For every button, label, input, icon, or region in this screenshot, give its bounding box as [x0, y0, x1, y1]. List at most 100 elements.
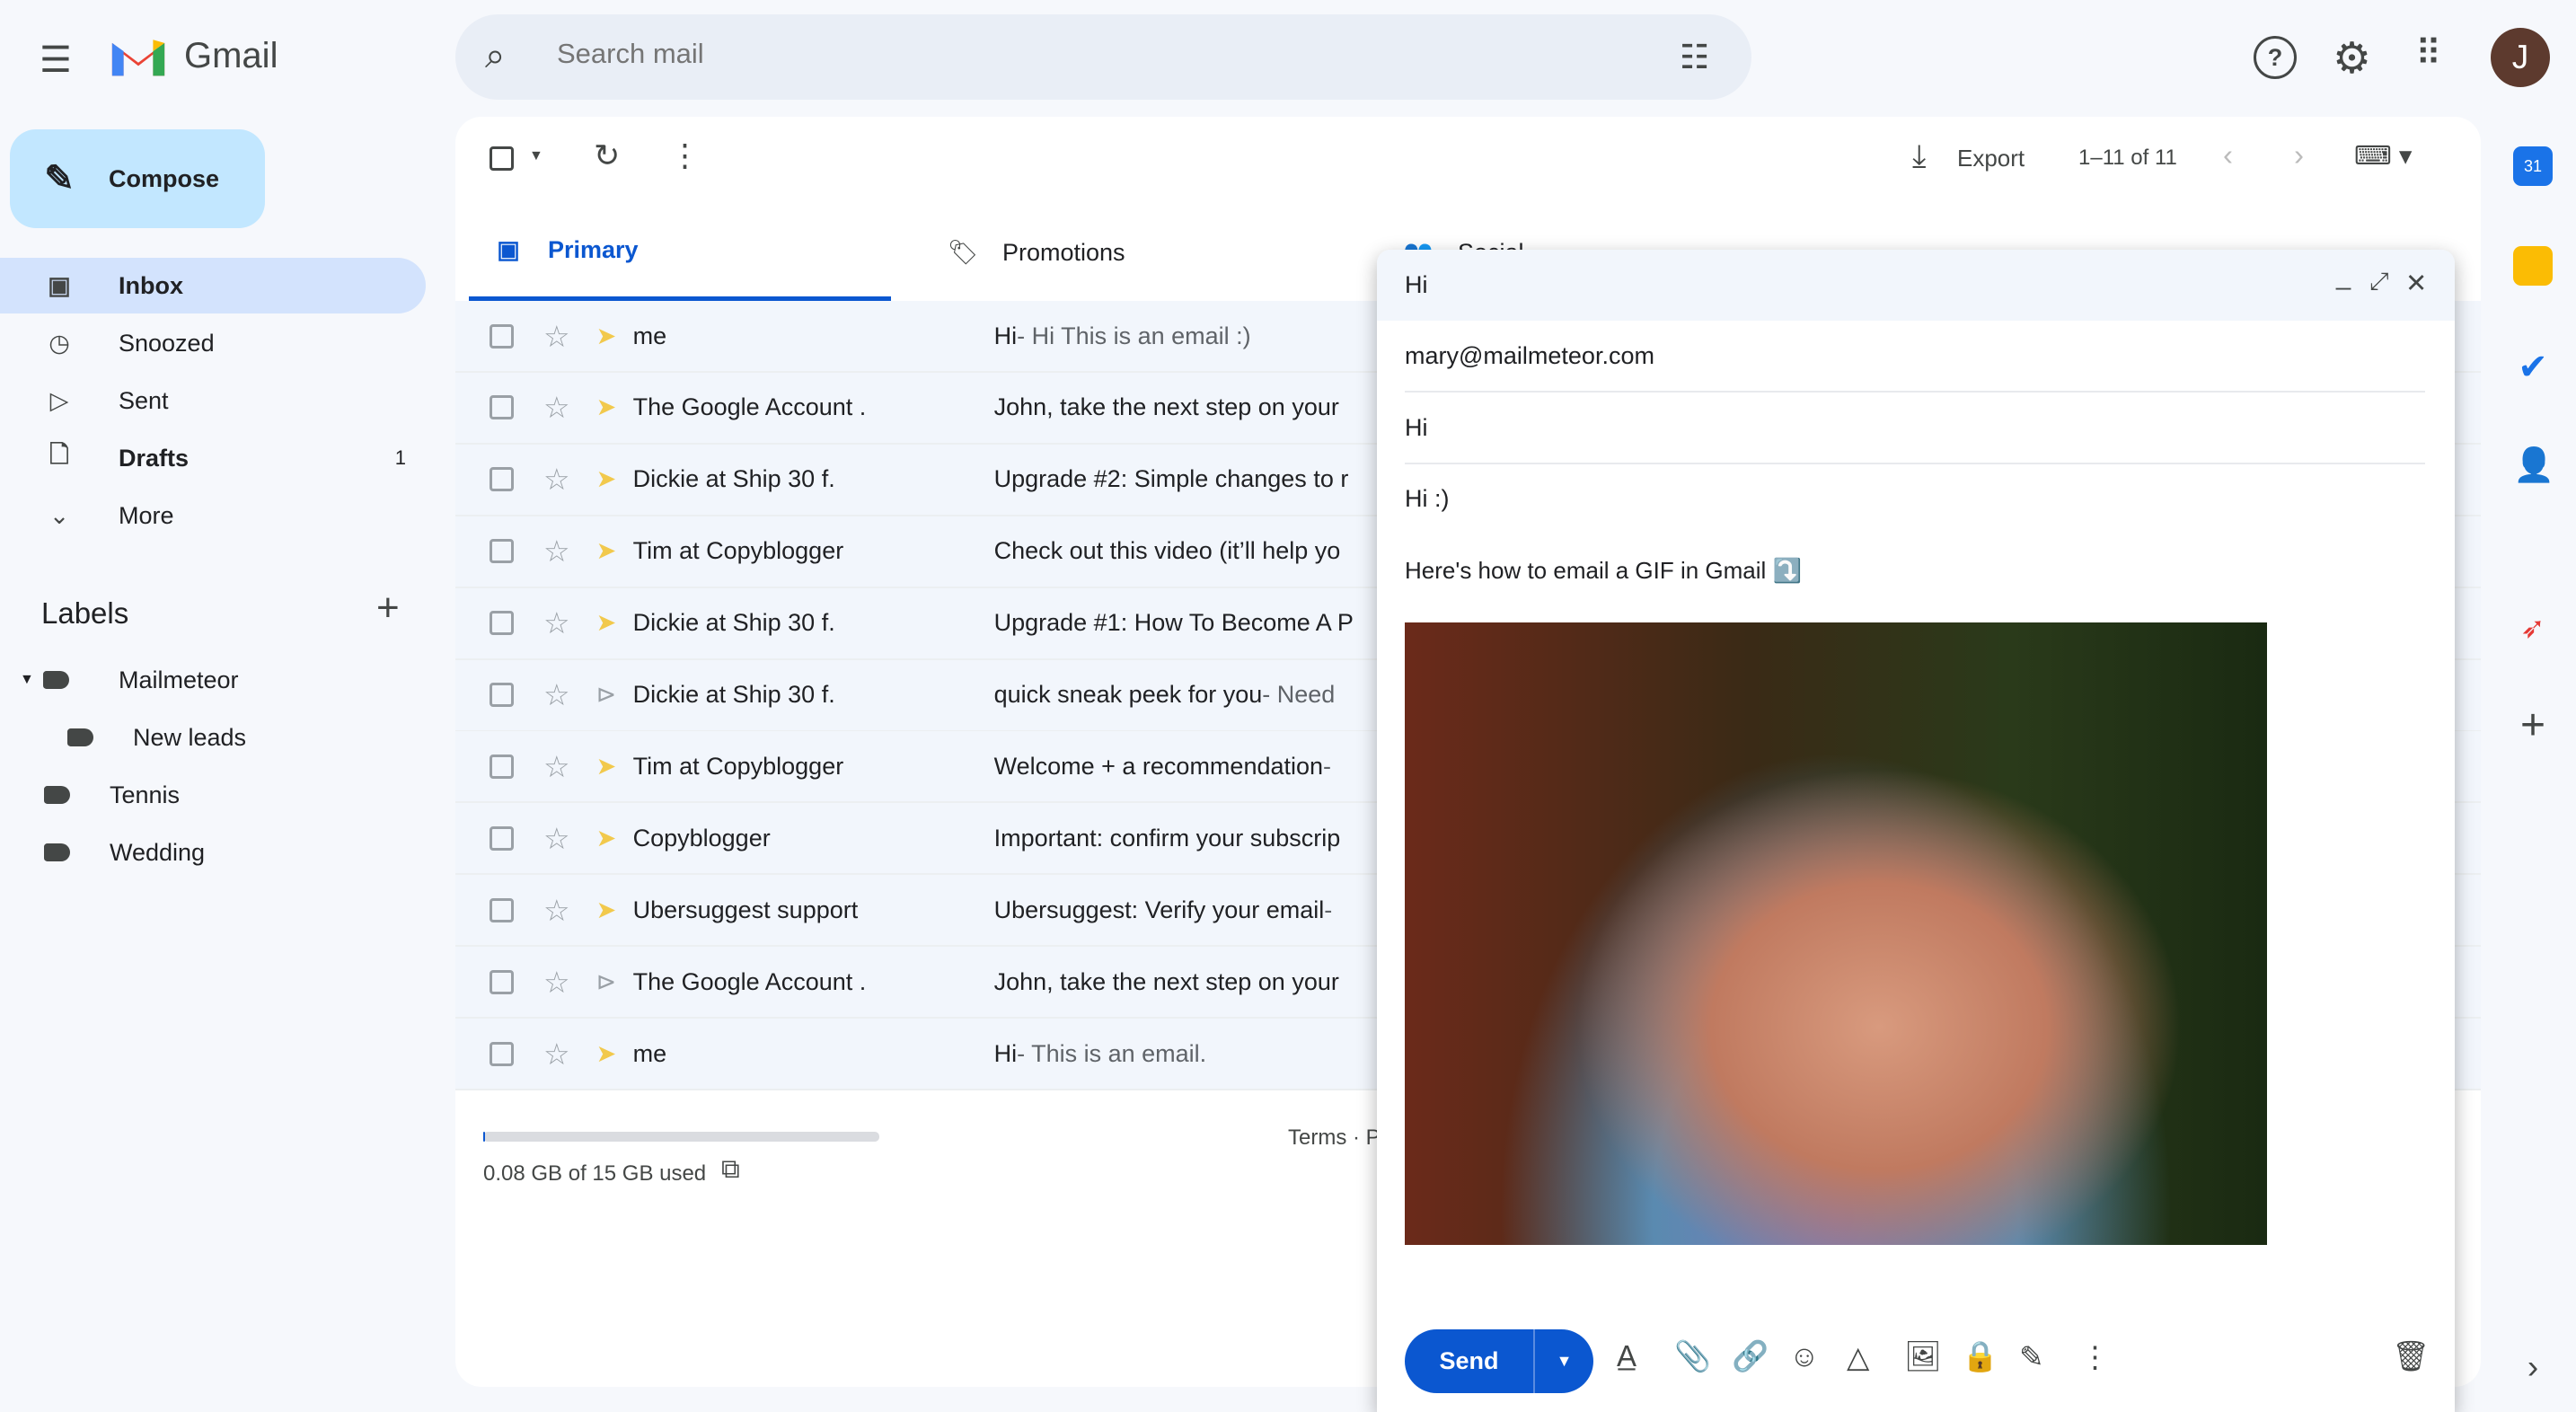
insert-photo-icon[interactable]: 🖼 [1904, 1339, 1942, 1374]
close-icon[interactable]: ✕ [2405, 268, 2427, 299]
more-options-icon[interactable]: ⋮ [2080, 1339, 2110, 1374]
importance-marker-icon[interactable]: ➤ [596, 465, 630, 493]
emoji-icon[interactable]: ☺ [1789, 1339, 1820, 1373]
select-dropdown-icon[interactable]: ▼ [529, 148, 543, 164]
open-external-icon[interactable]: ⧉ [721, 1155, 740, 1185]
download-icon[interactable]: ⤓ [1912, 138, 1926, 174]
sidebar-item-drafts[interactable]: 🗋 Drafts 1 [0, 430, 426, 486]
star-icon[interactable]: ☆ [543, 677, 570, 712]
label-new-leads[interactable]: New leads [0, 710, 426, 765]
sidebar-item-snoozed[interactable]: ◷ Snoozed [0, 315, 426, 371]
search-input[interactable] [557, 38, 1608, 70]
row-checkbox[interactable] [490, 395, 514, 420]
subject: Ubersuggest: Verify your email [993, 896, 1325, 923]
row-checkbox[interactable] [490, 969, 514, 994]
main-menu-icon[interactable]: ☰ [40, 40, 72, 81]
export-button[interactable]: Export [1957, 145, 2025, 172]
recipient[interactable]: mary@mailmeteor.com [1405, 342, 1654, 370]
star-icon[interactable]: ☆ [543, 821, 570, 856]
signature-pen-icon[interactable]: ✎ [2019, 1339, 2044, 1374]
row-checkbox[interactable] [490, 539, 514, 564]
row-checkbox[interactable] [490, 611, 514, 636]
help-icon[interactable]: ? [2254, 36, 2297, 79]
add-addon-icon[interactable]: + [2513, 704, 2553, 747]
formatting-icon[interactable]: A̲ [1617, 1339, 1636, 1373]
row-checkbox[interactable] [490, 323, 514, 349]
apps-grid-icon[interactable]: ⠿ [2415, 33, 2441, 75]
row-checkbox[interactable] [490, 825, 514, 851]
subject-field[interactable]: Hi [1405, 393, 2425, 464]
keep-icon[interactable] [2513, 246, 2553, 286]
star-icon[interactable]: ☆ [543, 893, 570, 928]
to-field[interactable]: mary@mailmeteor.com [1405, 321, 2425, 393]
confidential-lock-icon[interactable]: 🔒 [1962, 1339, 1998, 1374]
avatar[interactable]: J [2491, 28, 2550, 87]
star-icon[interactable]: ☆ [543, 965, 570, 1000]
label-wedding[interactable]: Wedding [0, 825, 426, 880]
search-bar[interactable]: ⌕ ☷ [455, 14, 1751, 100]
star-icon[interactable]: ☆ [543, 605, 570, 640]
importance-marker-icon[interactable]: ➤ [596, 609, 630, 637]
star-icon[interactable]: ☆ [543, 319, 570, 354]
star-icon[interactable]: ☆ [543, 749, 570, 784]
sidebar-item-sent[interactable]: ▷ Sent [0, 373, 426, 428]
select-all-checkbox[interactable] [490, 146, 514, 171]
refresh-icon[interactable]: ↻ [594, 138, 620, 174]
row-checkbox[interactable] [490, 467, 514, 492]
mailmeteor-addon-icon[interactable]: ➶ [2513, 610, 2553, 649]
label-mailmeteor[interactable]: ▼ Mailmeteor [0, 652, 426, 708]
search-options-icon[interactable]: ☷ [1680, 38, 1709, 76]
show-side-panel-icon[interactable]: › [2513, 1347, 2553, 1387]
star-icon[interactable]: ☆ [543, 534, 570, 569]
body-text-line[interactable]: Here's how to email a GIF in Gmail ⤵️ [1405, 557, 1802, 585]
importance-marker-icon[interactable]: ➤ [596, 753, 630, 781]
gif-image[interactable] [1405, 622, 2267, 1245]
prev-page-icon[interactable]: ‹ [2223, 138, 2233, 172]
attach-icon[interactable]: 📎 [1674, 1339, 1711, 1374]
search-icon[interactable]: ⌕ [485, 36, 505, 76]
importance-marker-icon[interactable]: ➤ [596, 393, 630, 421]
sidebar-item-more[interactable]: ⌄ More [0, 488, 426, 543]
add-label-icon[interactable]: + [376, 586, 400, 631]
tab-promotions[interactable]: 🏷 Promotions [923, 204, 1345, 301]
star-icon[interactable]: ☆ [543, 390, 570, 425]
star-icon[interactable]: ☆ [543, 1037, 570, 1072]
row-checkbox[interactable] [490, 683, 514, 707]
contacts-icon[interactable]: 👤 [2513, 446, 2554, 486]
minimize-icon[interactable]: _ [2336, 262, 2351, 292]
tasks-icon[interactable]: ✔ [2513, 347, 2553, 387]
sidebar-item-inbox[interactable]: ▣ Inbox [0, 258, 426, 313]
tab-primary[interactable]: ▣ Primary [469, 204, 891, 301]
importance-marker-icon[interactable]: ➤ [596, 825, 630, 852]
label-tennis[interactable]: Tennis [0, 767, 426, 823]
importance-marker-icon[interactable]: ⊳ [596, 681, 630, 709]
row-checkbox[interactable] [490, 1041, 514, 1066]
discard-trash-icon[interactable]: 🗑 [2392, 1339, 2430, 1374]
body-text-line[interactable]: Hi :) [1405, 485, 1450, 513]
next-page-icon[interactable]: › [2294, 138, 2304, 172]
importance-marker-icon[interactable]: ➤ [596, 537, 630, 565]
terms-link[interactable]: Terms · P [1288, 1125, 1381, 1151]
importance-marker-icon[interactable]: ⊳ [596, 968, 630, 996]
compose-header[interactable]: Hi _ ⤢ ✕ [1377, 250, 2455, 321]
schedule-send-dropdown-icon[interactable]: ▼ [1533, 1329, 1593, 1393]
more-vert-icon[interactable]: ⋮ [669, 138, 701, 174]
importance-marker-icon[interactable]: ➤ [596, 896, 630, 924]
send-button[interactable]: Send [1405, 1347, 1533, 1375]
fullscreen-icon[interactable]: ⤢ [2369, 268, 2389, 296]
subject: Welcome + a recommendation [993, 752, 1324, 780]
importance-marker-icon[interactable]: ➤ [596, 322, 630, 350]
drive-icon[interactable]: △ [1847, 1339, 1869, 1374]
importance-marker-icon[interactable]: ➤ [596, 1040, 630, 1068]
caret-down-icon[interactable]: ▼ [20, 672, 43, 688]
row-checkbox[interactable] [490, 754, 514, 779]
compose-button[interactable]: ✎ Compose [10, 129, 265, 228]
star-icon[interactable]: ☆ [543, 462, 570, 497]
link-icon[interactable]: 🔗 [1732, 1339, 1769, 1374]
gmail-logo[interactable]: Gmail [109, 33, 278, 79]
settings-gear-icon[interactable]: ⚙ [2333, 33, 2371, 84]
row-checkbox[interactable] [490, 897, 514, 922]
keyboard-icon[interactable]: ⌨ ▾ [2354, 140, 2412, 172]
calendar-icon[interactable]: 31 [2513, 146, 2553, 186]
sender: me [632, 322, 667, 349]
